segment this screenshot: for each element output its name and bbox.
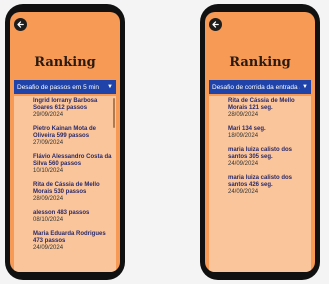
challenge-select[interactable]: Desafio de passos em 5 min ▼ (14, 80, 116, 94)
entry-date: 28/09/2024 (33, 196, 64, 202)
back-arrow-icon[interactable] (209, 18, 222, 31)
list-item: alesson 483 passos 08/10/2024 (14, 208, 116, 224)
entry-line: Flávio Alessandro Costa da (33, 154, 112, 160)
ranking-list[interactable]: Ingrid Iorrany Barbosa Soares 612 passos… (14, 96, 116, 272)
list-item: Ingrid Iorrany Barbosa Soares 612 passos… (14, 96, 116, 119)
entry-date: 29/09/2024 (33, 112, 64, 118)
back-arrow-icon[interactable] (14, 18, 27, 31)
page-title: Ranking (34, 55, 96, 70)
list-item: Flávio Alessandro Costa da Silva 560 pas… (14, 152, 116, 175)
entry-line: Rita de Cássia de Mello (228, 98, 295, 104)
scrollbar[interactable] (113, 98, 115, 128)
entry-line: Maria Eduarda Rodrigues (33, 231, 106, 237)
phone-left: Ranking Desafio de passos em 5 min ▼ Ing… (5, 4, 125, 280)
ranking-list[interactable]: Rita de Cássia de Mello Morais 121 seg. … (209, 96, 311, 272)
entry-date: 10/10/2024 (33, 168, 64, 174)
list-item: Maria Eduarda Rodrigues 473 passos 24/09… (14, 229, 116, 252)
list-item: Rita de Cássia de Mello Morais 530 passo… (14, 180, 116, 203)
list-item: Mari 134 seg. 18/09/2024 (209, 124, 311, 140)
phone-right: Ranking Desafio de corrida da entrada à.… (200, 4, 320, 280)
challenge-select[interactable]: Desafio de corrida da entrada à... ▼ (209, 80, 311, 94)
entry-date: 24/09/2024 (228, 189, 259, 195)
screen: Ranking Desafio de passos em 5 min ▼ Ing… (10, 12, 120, 272)
entry-line: 473 passos (33, 238, 66, 244)
entry-date: 24/09/2024 (33, 245, 64, 251)
entry-line: Silva 560 passos (33, 161, 82, 167)
entry-line: santos 305 seg. (228, 154, 273, 160)
entry-date: 18/09/2024 (228, 133, 259, 139)
challenge-select-value: Desafio de passos em 5 min (17, 83, 100, 91)
entry-line: Oliveira 599 passos (33, 133, 90, 139)
entry-date: 08/10/2024 (33, 217, 64, 223)
page-title: Ranking (229, 55, 291, 70)
entry-line: Morais 121 seg. (228, 105, 273, 111)
screen: Ranking Desafio de corrida da entrada à.… (205, 12, 315, 272)
entry-date: 28/09/2024 (228, 112, 259, 118)
chevron-down-icon: ▼ (302, 84, 308, 90)
list-item: maria luiza calisto dos santos 305 seg. … (209, 145, 311, 168)
entry-line: santos 426 seg. (228, 182, 273, 188)
entry-line: Mari 134 seg. (228, 126, 266, 132)
entry-date: 24/09/2024 (228, 161, 259, 167)
entry-line: alesson 483 passos (33, 210, 90, 216)
list-item: Rita de Cássia de Mello Morais 121 seg. … (209, 96, 311, 119)
entry-line: maria luiza calisto dos (228, 147, 293, 153)
list-item: maria luiza calisto dos santos 426 seg. … (209, 173, 311, 196)
entry-line: Morais 530 passos (33, 189, 87, 195)
entry-line: Pietro Kainan Mota de (33, 126, 97, 132)
entry-line: Soares 612 passos (33, 105, 88, 111)
entry-line: Rita de Cássia de Mello (33, 182, 100, 188)
list-item: Pietro Kainan Mota de Oliveira 599 passo… (14, 124, 116, 147)
entry-line: maria luiza calisto dos (228, 175, 293, 181)
chevron-down-icon: ▼ (107, 84, 113, 90)
challenge-select-value: Desafio de corrida da entrada à... (212, 83, 301, 91)
entry-date: 27/09/2024 (33, 140, 64, 146)
entry-line: Ingrid Iorrany Barbosa (33, 98, 98, 104)
